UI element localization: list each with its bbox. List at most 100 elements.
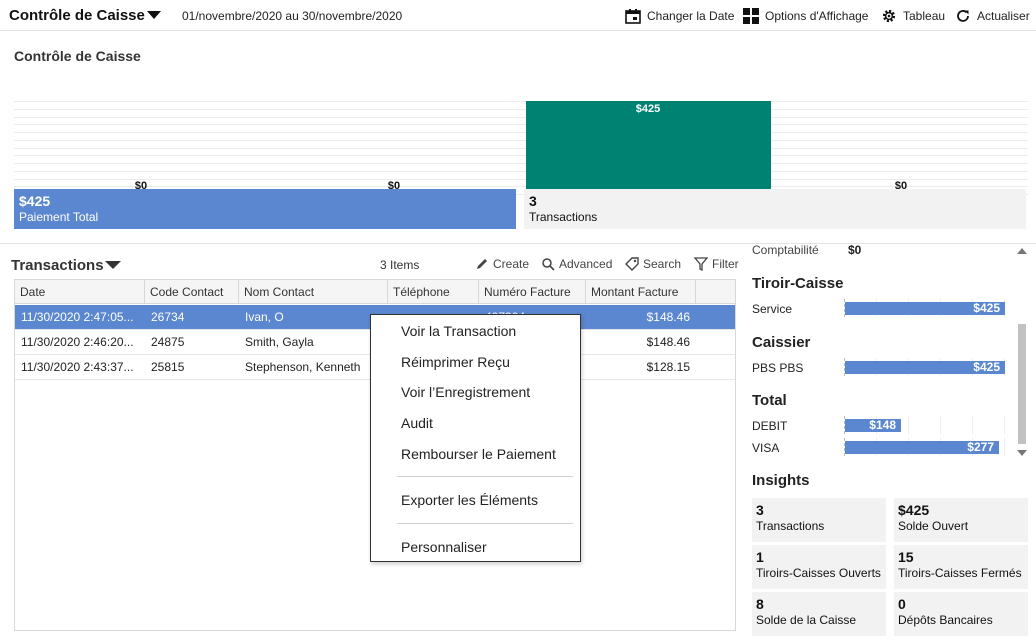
insight-tile-drawer-balance[interactable]: 8 Solde de la Caisse: [752, 592, 886, 636]
total-debit-bar-track: $148: [844, 416, 1007, 434]
menu-item-export-items[interactable]: Exporter les Éléments: [401, 492, 538, 508]
cashier-bar[interactable]: $425: [845, 361, 1005, 374]
caret-down-icon[interactable]: [105, 261, 121, 269]
menu-item-reprint-receipt[interactable]: Réimprimer Reçu: [401, 354, 510, 370]
insight-value: 0: [898, 596, 906, 612]
menu-divider: [397, 523, 573, 524]
insight-label: Solde Ouvert: [898, 519, 969, 533]
insight-tile-transactions[interactable]: 3 Transactions: [752, 498, 886, 542]
scroll-up-arrow-icon[interactable]: [1017, 248, 1027, 254]
insight-tile-closed-drawers[interactable]: 15 Tiroirs-Caisses Fermés: [894, 545, 1028, 589]
drawer-title: Tiroir-Caisse: [752, 275, 844, 292]
summary-chart: $0Ventes$0Pièces$425Service$0Comptabilit…: [14, 101, 1028, 215]
filter-icon: [694, 257, 708, 271]
cell-contact-name: Stephenson, Kenneth: [245, 360, 361, 374]
menu-item-view-transaction[interactable]: Voir la Transaction: [401, 323, 516, 339]
menu-item-refund-payment[interactable]: Rembourser le Paiement: [401, 446, 556, 462]
column-header-phone[interactable]: Téléphone: [388, 280, 479, 304]
top-bar: Contrôle de Caisse 01/novembre/2020 au 3…: [0, 0, 1036, 31]
scrollbar-thumb[interactable]: [1018, 324, 1026, 444]
accounting-label: Comptabilité: [752, 244, 819, 257]
summary-title: Contrôle de Caisse: [14, 48, 141, 64]
refresh-label: Actualiser: [977, 9, 1030, 23]
chart-value-label: $425: [635, 103, 661, 115]
column-header-invoice-amount[interactable]: Montant Facture: [586, 280, 696, 304]
total-payment-label: Paiement Total: [19, 210, 99, 224]
chart-gridline: [14, 155, 1028, 156]
filter-label: Filter: [712, 257, 739, 271]
caret-down-icon[interactable]: [147, 11, 161, 19]
cashier-bar-track: $425: [844, 358, 1007, 376]
menu-item-view-record[interactable]: Voir l’Enregistrement: [401, 384, 530, 400]
cashier-row-label: PBS PBS: [752, 361, 804, 375]
date-range: 01/novembre/2020 au 30/novembre/2020: [182, 9, 403, 23]
drawer-row-label: Service: [752, 302, 793, 316]
total-visa-bar-track: $277: [844, 438, 1007, 456]
create-button[interactable]: Create: [475, 257, 529, 271]
drawer-bar[interactable]: $425: [845, 302, 1005, 315]
scroll-down-arrow-icon[interactable]: [1017, 450, 1027, 456]
insight-value: 3: [756, 502, 764, 518]
insight-value: $425: [898, 502, 930, 518]
cell-contact-name: Ivan, O: [245, 310, 284, 324]
app-title[interactable]: Contrôle de Caisse: [9, 7, 145, 24]
refresh-button[interactable]: Actualiser: [955, 6, 1030, 26]
insight-value: 1: [756, 549, 764, 565]
cell-invoice-amount: $148.46: [646, 310, 690, 324]
filter-button[interactable]: Filter: [694, 257, 739, 271]
search-button[interactable]: Search: [625, 257, 681, 271]
pencil-icon: [477, 259, 487, 269]
chart-gridline: [14, 163, 1028, 164]
total-visa-bar[interactable]: $277: [845, 441, 999, 454]
insight-value: 8: [756, 596, 764, 612]
display-options-button[interactable]: Options d'Affichage: [743, 6, 868, 26]
total-row-debit-label: DEBIT: [752, 419, 788, 433]
insight-label: Tiroirs-Caisses Fermés: [898, 566, 1022, 580]
insight-tile-bank-deposits[interactable]: 0 Dépôts Bancaires: [894, 592, 1028, 636]
cell-contact-code: 26734: [151, 310, 185, 324]
cell-contact-code: 24875: [151, 335, 185, 349]
chart-gridline: [14, 140, 1028, 141]
chart-gridline: [14, 117, 1028, 118]
chart-gridline: [14, 109, 1028, 110]
chart-gridline: [14, 171, 1028, 172]
cell-date: 11/30/2020 2:47:05...: [21, 310, 134, 324]
cell-date: 11/30/2020 2:46:20...: [21, 335, 134, 349]
insight-label: Dépôts Bancaires: [898, 613, 993, 627]
cell-contact-code: 25815: [151, 360, 185, 374]
change-date-label: Changer la Date: [647, 9, 735, 23]
menu-item-customize[interactable]: Personnaliser: [401, 539, 487, 555]
insight-label: Solde de la Caisse: [756, 613, 857, 627]
cell-contact-name: Smith, Gayla: [245, 335, 314, 349]
insight-tile-open-drawers[interactable]: 1 Tiroirs-Caisses Ouverts: [752, 545, 886, 589]
advanced-search-button[interactable]: Advanced: [541, 257, 612, 271]
total-payment-value: $425: [19, 193, 51, 209]
gear-icon: [882, 9, 896, 23]
column-header-date[interactable]: Date: [15, 280, 145, 304]
calendar-icon: [625, 9, 641, 24]
total-debit-bar[interactable]: $148: [845, 419, 901, 432]
total-payment-card[interactable]: $425 Paiement Total: [14, 189, 516, 229]
grid-icon: [743, 8, 759, 24]
transactions-count-value: 3: [529, 193, 537, 209]
create-label: Create: [493, 257, 530, 271]
column-header-invoice-number[interactable]: Numéro Facture: [479, 280, 586, 304]
right-panel-scrollbar[interactable]: [1015, 244, 1029, 464]
total-row-visa-label: VISA: [752, 441, 780, 455]
search-icon: [542, 258, 555, 271]
items-count: 3 Items: [380, 258, 420, 272]
transactions-count-card[interactable]: 3 Transactions: [524, 189, 1026, 229]
transactions-title[interactable]: Transactions: [11, 257, 104, 274]
column-header-contact-code[interactable]: Code Contact: [145, 280, 239, 304]
column-header-contact-name[interactable]: Nom Contact: [239, 280, 388, 304]
menu-item-audit[interactable]: Audit: [401, 415, 433, 431]
dashboard-button[interactable]: Tableau: [881, 6, 945, 26]
right-panel: Comptabilité $0 Tiroir-Caisse Service $4…: [744, 244, 1036, 640]
dashboard-label: Tableau: [903, 9, 946, 23]
change-date-button[interactable]: Changer la Date: [625, 6, 734, 26]
cell-invoice-amount: $148.46: [646, 335, 690, 349]
grid-header: Date Code Contact Nom Contact Téléphone …: [15, 280, 735, 304]
context-menu: Voir la Transaction Réimprimer Reçu Voir…: [370, 314, 581, 562]
insight-label: Transactions: [756, 519, 825, 533]
insight-tile-open-balance[interactable]: $425 Solde Ouvert: [894, 498, 1028, 542]
